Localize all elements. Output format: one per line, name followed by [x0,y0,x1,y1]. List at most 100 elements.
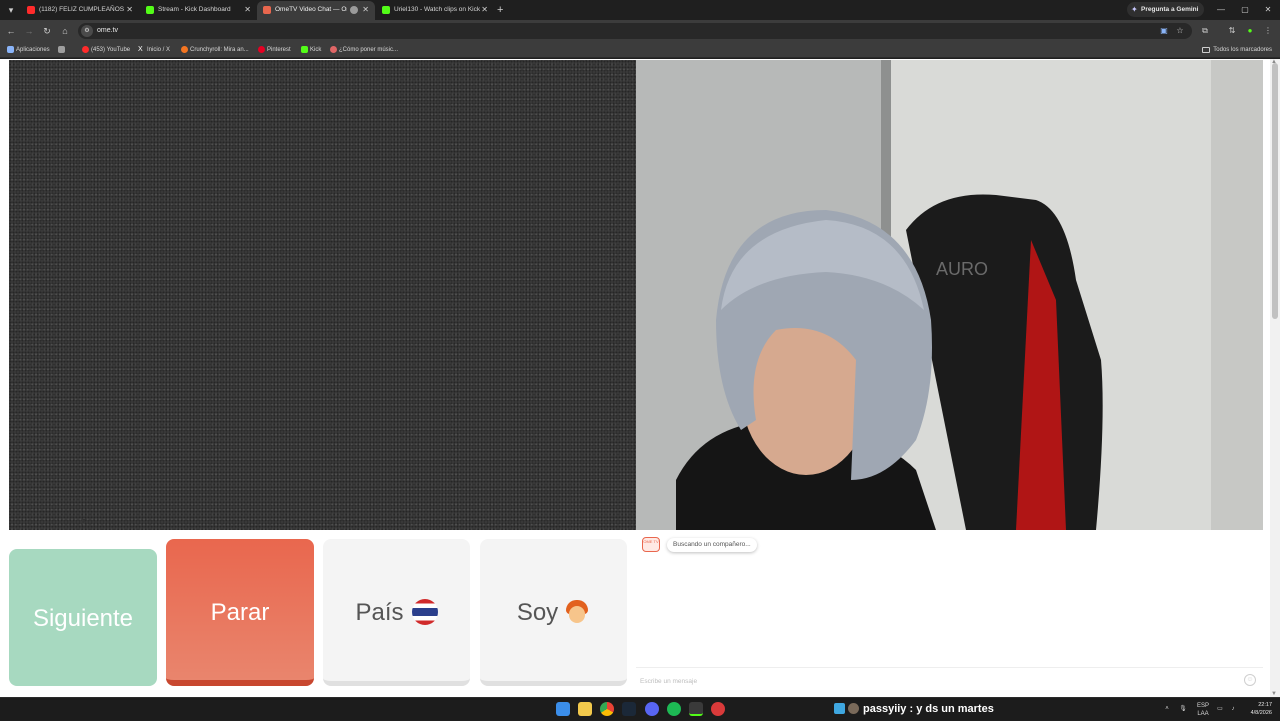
clock-date: 4/8/2026 [1250,710,1272,716]
music-site-icon [330,46,337,53]
maximize-button[interactable]: ▢ [1235,2,1255,17]
tab-youtube[interactable]: (1182) FELIZ CUMPLEAÑOS OR... ✕ [21,1,139,20]
pinterest-icon [258,46,265,53]
chat-panel: OME TV Buscando un compañero... ☺ [636,530,1263,697]
gemini-sparkle-icon: ✦ [1131,5,1138,14]
country-button-label: País [355,599,404,626]
kick-icon [146,6,154,14]
downloads-icon[interactable]: ⇅ [1224,23,1240,39]
page-viewport: AURO Siguiente Parar País Soy OME TV Bus… [0,59,1270,697]
address-bar[interactable]: ⚙ ome.tv ▣ ☆ [78,23,1192,39]
chat-message-input[interactable] [640,674,1230,688]
bookmark-label: Inicio / X [147,47,171,53]
language-code: ESP [1196,703,1209,709]
close-icon[interactable]: ✕ [244,1,251,19]
tab-groups-icon [58,46,65,53]
bookmarks-bar: Aplicaciones (453) YouTube X Inicio / X … [0,42,1280,58]
country-button[interactable]: País [323,539,470,686]
tab-kick-dashboard[interactable]: Stream - Kick Dashboard ✕ [140,1,257,20]
chat-input-bar: ☺ [636,667,1263,695]
bookmark-kick[interactable]: Kick [301,42,321,58]
minimize-button[interactable]: — [1211,2,1231,17]
volume-icon[interactable]: ♪ [1227,698,1239,721]
youtube-icon [82,46,89,53]
bookmark-label: Kick [310,47,322,53]
chat-status-message: Buscando un compañero... [667,538,757,552]
ometv-icon [263,6,271,14]
reload-icon[interactable]: ↻ [39,23,55,39]
x-logo-icon: X [138,46,143,53]
emoji-picker-icon[interactable]: ☺ [1244,674,1256,686]
tab-ometv[interactable]: OmeTV Video Chat — Ome... ✕ [257,1,375,20]
url-text: ome.tv [97,27,119,34]
page-scrollbar[interactable]: ▲ ▼ [1270,59,1280,697]
menu-dots-icon[interactable]: ⋮ [1260,23,1276,39]
profile-avatar[interactable]: ● [1242,23,1258,39]
audio-playing-icon[interactable] [350,6,358,14]
bookmark-pinterest[interactable]: Pinterest [258,42,291,58]
microphone-icon[interactable]: 🎙 [1178,698,1188,721]
bookmark-label: Pinterest [267,47,291,53]
bookmark-music[interactable]: ¿Cómo poner músic... [330,42,398,58]
close-window-button[interactable]: ✕ [1258,2,1278,17]
own-camera-video: AURO [636,60,1263,530]
windows-start-icon[interactable] [556,702,570,716]
next-button-label: Siguiente [32,605,134,632]
close-icon[interactable]: ✕ [481,1,488,19]
forward-arrow-icon[interactable]: → [21,23,37,39]
bookmark-star-icon[interactable]: ☆ [1174,25,1186,37]
folder-icon [1202,47,1211,53]
tab-title: (1182) FELIZ CUMPLEAÑOS OR... [39,6,125,13]
bookmark-crunchyroll[interactable]: Crunchyroll: Mira an... [181,42,249,58]
obs-icon[interactable] [711,702,725,716]
scrollbar-thumb[interactable] [1272,63,1278,319]
back-arrow-icon[interactable]: ← [3,23,19,39]
gender-button-label: Soy [516,599,559,626]
stop-button-label: Parar [210,599,270,626]
status-message-text: Buscando un compañero... [673,541,751,548]
network-icon[interactable]: ▭ [1214,698,1226,721]
gender-button[interactable]: Soy [480,539,627,686]
youtube-icon [27,6,35,14]
home-icon[interactable]: ⌂ [57,23,73,39]
kick-icon [382,6,390,14]
svg-text:AURO: AURO [936,259,988,279]
close-icon[interactable]: ✕ [362,1,369,19]
steam-icon[interactable] [622,702,636,716]
site-info-icon[interactable]: ⚙ [81,25,93,37]
bookmark-label: Crunchyroll: Mira an... [190,47,249,53]
stop-button[interactable]: Parar [166,539,314,686]
translate-icon[interactable]: ▣ [1158,25,1170,37]
discord-icon[interactable] [645,702,659,716]
partner-video-static [9,60,636,530]
new-tab-button[interactable]: + [497,2,503,18]
bookmark-x[interactable]: X Inicio / X [138,42,170,58]
bookmark-label: ¿Cómo poner músic... [339,47,399,53]
extensions-icon[interactable]: ⧉ [1197,23,1213,39]
chat-platform-icon [834,702,845,714]
mouse-cursor-icon [82,519,86,526]
tab-title: Stream - Kick Dashboard [158,6,231,13]
language-indicator[interactable]: ESP LAA [1194,698,1212,718]
all-bookmarks-button[interactable]: Todos los marcadores [1202,42,1272,58]
next-button[interactable]: Siguiente [9,549,157,686]
kick-icon [301,46,308,53]
bookmark-label: (453) YouTube [91,47,131,53]
bookmark-apps[interactable]: Aplicaciones [7,42,50,58]
tab-title: Uriel130 - Watch clips on Kick [394,6,481,13]
close-icon[interactable]: ✕ [126,1,133,19]
file-explorer-icon[interactable] [578,702,592,716]
thailand-flag-icon [411,598,438,625]
tab-search-icon[interactable]: ▾ [4,3,18,17]
camera-scene: AURO [636,60,1263,530]
clock-time: 22:17 [1258,702,1272,708]
tab-kick-clips[interactable]: Uriel130 - Watch clips on Kick ✕ [376,1,494,20]
active-app-icon[interactable] [689,702,703,716]
tray-overflow-icon[interactable]: ˄ [1162,698,1172,721]
bookmark-youtube[interactable]: (453) YouTube [82,42,130,58]
system-clock[interactable]: 22:17 4/8/2026 [1240,701,1272,717]
bookmark-tab-groups[interactable] [58,42,67,58]
chrome-icon[interactable] [600,702,614,716]
ask-gemini-button[interactable]: ✦ Pregunta a Gemini [1127,2,1205,17]
spotify-icon[interactable] [667,702,681,716]
